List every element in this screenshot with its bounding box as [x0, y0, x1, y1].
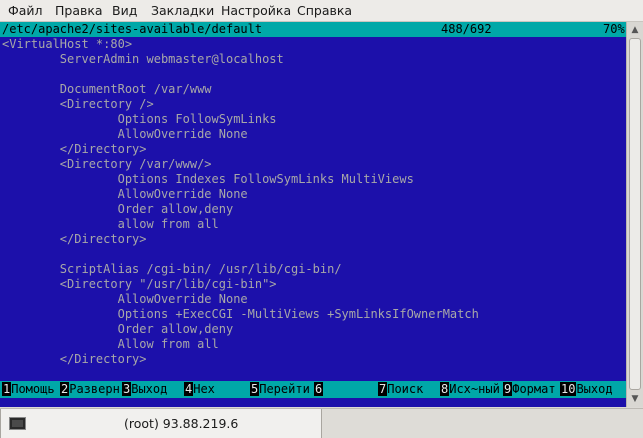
function-key-label: Формат [512, 382, 556, 396]
code-line: </Directory> [2, 232, 147, 246]
function-key-label: Исх~ный [449, 382, 500, 396]
terminal-tab[interactable]: (root) 93.88.219.6 [0, 409, 322, 438]
function-key-f5[interactable]: 5Перейти [250, 381, 310, 398]
code-line: Order allow,deny [2, 202, 234, 216]
code-line: AllowOverride None [2, 292, 248, 306]
function-key-f7[interactable]: 7Поиск [378, 381, 423, 398]
function-key-number: 7 [378, 382, 388, 396]
function-key-number: 8 [440, 382, 450, 396]
code-line: <Directory "/usr/lib/cgi-bin"> [2, 277, 277, 291]
menubar: Файл Правка Вид Закладки Настройка Справ… [0, 0, 643, 22]
function-key-f1[interactable]: 1Помощь [2, 381, 55, 398]
code-line: DocumentRoot /var/www [2, 82, 212, 96]
scroll-down-arrow-icon[interactable]: ▼ [630, 394, 640, 404]
function-key-label: Выход [131, 382, 168, 396]
tab-bar: (root) 93.88.219.6 [0, 408, 643, 438]
function-key-label: Перейти [259, 382, 310, 396]
viewer-status-line: /etc/apache2/sites-available/default 488… [0, 22, 626, 37]
code-line: <Directory /var/www/> [2, 157, 212, 171]
terminal-viewer[interactable]: /etc/apache2/sites-available/default 488… [0, 22, 626, 407]
code-line: Options Indexes FollowSymLinks MultiView… [2, 172, 414, 186]
function-key-number: 10 [560, 382, 577, 396]
function-key-number: 3 [122, 382, 132, 396]
function-key-f6[interactable]: 6 [314, 381, 324, 398]
function-key-f9[interactable]: 9Формат [503, 381, 556, 398]
function-key-number: 6 [314, 382, 324, 396]
code-line: <Directory /> [2, 97, 154, 111]
code-line: AllowOverride None [2, 187, 248, 201]
code-line: Options FollowSymLinks [2, 112, 277, 126]
code-line: Order allow,deny [2, 322, 234, 336]
code-line: Allow from all [2, 337, 219, 351]
function-key-f8[interactable]: 8Исх~ный [440, 381, 500, 398]
function-key-f3[interactable]: 3Выход [122, 381, 167, 398]
terminal-icon [9, 417, 26, 430]
percent-indicator: 70% [603, 22, 625, 36]
function-key-label: Разверн [69, 382, 120, 396]
line-position: 488/692 [441, 22, 492, 36]
function-key-f10[interactable]: 10Выход [560, 381, 613, 398]
file-path: /etc/apache2/sites-available/default [2, 22, 263, 36]
scroll-up-arrow-icon[interactable]: ▲ [630, 25, 640, 35]
menu-file[interactable]: Файл [8, 3, 43, 18]
tab-title: (root) 93.88.219.6 [124, 416, 239, 431]
function-key-bar: 1Помощь 2Разверн 3Выход 4Hex 5Перейти 6 7Поиск… [0, 381, 626, 398]
function-key-label: Поиск [387, 382, 424, 396]
menu-view[interactable]: Вид [112, 3, 137, 18]
function-key-label: Помощь [11, 382, 55, 396]
menu-help[interactable]: Справка [297, 3, 352, 18]
code-line: Options +ExecCGI -MultiViews +SymLinksIf… [2, 307, 479, 321]
menu-bookmarks[interactable]: Закладки [151, 3, 214, 18]
menu-edit[interactable]: Правка [55, 3, 103, 18]
code-line: ScriptAlias /cgi-bin/ /usr/lib/cgi-bin/ [2, 262, 342, 276]
function-key-number: 2 [60, 382, 70, 396]
code-line: </Directory> [2, 352, 147, 366]
function-key-number: 4 [184, 382, 194, 396]
code-line: <VirtualHost *:80> [2, 37, 133, 51]
function-key-number: 9 [503, 382, 513, 396]
vertical-scrollbar[interactable]: ▲ ▼ [626, 22, 643, 407]
function-key-label: Выход [576, 382, 613, 396]
function-key-number: 5 [250, 382, 260, 396]
code-line: </Directory> [2, 142, 147, 156]
code-line: AllowOverride None [2, 127, 248, 141]
code-line: ServerAdmin webmaster@localhost [2, 52, 284, 66]
function-key-number: 1 [2, 382, 12, 396]
function-key-f2[interactable]: 2Разверн [60, 381, 120, 398]
menu-settings[interactable]: Настройка [221, 3, 291, 18]
scrollbar-thumb[interactable] [629, 38, 641, 390]
function-key-label: Hex [193, 382, 215, 396]
file-content: <VirtualHost *:80> ServerAdmin webmaster… [2, 37, 624, 367]
function-key-f4[interactable]: 4Hex [184, 381, 215, 398]
code-line: allow from all [2, 217, 219, 231]
